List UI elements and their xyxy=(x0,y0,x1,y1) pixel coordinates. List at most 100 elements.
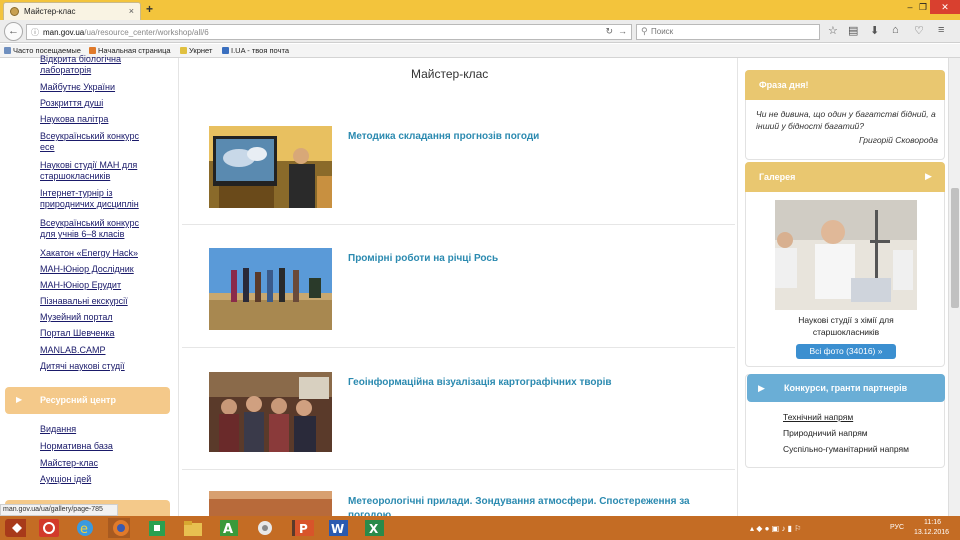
language-indicator[interactable]: РУС xyxy=(890,524,904,531)
quote-text: Чи не дивина, що один у багатстві бідний… xyxy=(756,109,936,131)
sidebar-link[interactable]: Наукові студії МАН для старшокласників xyxy=(40,160,155,182)
sidebar-link[interactable]: MANLAB.CAMP xyxy=(40,345,155,356)
ie-icon[interactable]: e xyxy=(74,518,96,538)
sidebar-sublink[interactable]: Майстер-клас xyxy=(40,458,155,469)
gallery-header[interactable]: Галерея ▶ xyxy=(745,162,945,192)
app-icon[interactable] xyxy=(254,518,276,538)
powerpoint-icon[interactable]: P xyxy=(292,518,314,538)
close-window-button[interactable]: ✕ xyxy=(930,0,960,14)
ukrnet-icon xyxy=(180,47,187,54)
sidebar-link[interactable]: Інтернет-турнір із природничих дисциплін xyxy=(40,188,155,210)
firefox-icon xyxy=(89,47,96,54)
firefox-taskbar-icon[interactable] xyxy=(108,518,130,538)
iua-icon xyxy=(222,47,229,54)
excel-icon[interactable]: X xyxy=(362,518,384,538)
article-thumbnail[interactable] xyxy=(209,491,332,516)
article-title-link[interactable]: Методика складання прогнозів погоди xyxy=(348,130,733,144)
sidebar-link[interactable]: Дитячі наукові студії xyxy=(40,361,155,372)
sidebar-link[interactable]: МАН-Юніор Ерудит xyxy=(40,280,155,291)
sidebar-link[interactable]: Музейний портал xyxy=(40,312,155,323)
sidebar-link[interactable]: Наукова палітра xyxy=(40,114,155,125)
sidebar-link[interactable]: Розкриття душі xyxy=(40,98,155,109)
partner-link[interactable]: Природничий напрям xyxy=(783,428,868,438)
quote-author: Григорій Сковорода xyxy=(859,135,938,145)
info-icon[interactable]: ⓘ xyxy=(31,27,39,38)
article-thumbnail[interactable] xyxy=(209,248,332,330)
word-icon[interactable]: W xyxy=(326,518,348,538)
partners-header-label: Конкурси, гранти партнерів xyxy=(784,383,908,393)
clock-date[interactable]: 13.12.2016 xyxy=(914,529,949,536)
partner-link[interactable]: Суспільно-гуманітарний напрям xyxy=(783,444,909,454)
explorer-icon[interactable] xyxy=(182,518,204,538)
back-button[interactable]: ← xyxy=(4,22,23,41)
svg-text:P: P xyxy=(299,522,308,536)
sidebar-sublink[interactable]: Нормативна база xyxy=(40,441,155,452)
sidebar-link[interactable]: Відкрита біологічна лабораторія xyxy=(40,54,155,76)
svg-text:X: X xyxy=(369,522,379,536)
url-host: man.gov.ua xyxy=(43,28,85,37)
favicon-icon xyxy=(10,7,19,16)
sidebar-link[interactable]: МАН-Юніор Дослідник xyxy=(40,264,155,275)
sidebar-sublink[interactable]: Аукціон ідей xyxy=(40,474,155,485)
sidebar-sublink[interactable]: Видання xyxy=(40,424,155,435)
clock-time[interactable]: 11:16 xyxy=(924,519,941,526)
address-bar[interactable]: ⓘ man.gov.ua/ua/resource_center/workshop… xyxy=(26,24,632,40)
forward-icon[interactable]: → xyxy=(618,26,627,36)
tab-title: Майстер-клас xyxy=(24,7,76,16)
scrollbar-thumb[interactable] xyxy=(951,188,959,308)
system-tray: ▴ ◆ ● ▣ ♪ ▮ ⚐ РУС 11:16 13.12.2016 xyxy=(746,518,960,538)
scrollbar[interactable] xyxy=(948,58,960,516)
article-thumbnail[interactable] xyxy=(209,126,332,208)
folder-icon xyxy=(4,47,11,54)
sidebar-link[interactable]: Хакатон «Energy Hack» xyxy=(40,248,155,259)
article-thumbnail[interactable] xyxy=(209,372,332,452)
cmd-app-icon[interactable] xyxy=(38,518,60,538)
search-icon: ⚲ xyxy=(641,26,648,36)
download-icon[interactable]: ⬇ xyxy=(870,24,879,37)
sidebar-link[interactable]: Всеукраїнський конкурс есе xyxy=(40,131,155,153)
url-path: /ua/resource_center/workshop/all/6 xyxy=(84,28,209,37)
status-bar: man.gov.ua/ua/gallery/page-785 xyxy=(0,504,118,516)
article-title-link[interactable]: Геоінформаційна візуалізація картографіч… xyxy=(348,376,733,390)
phrase-header: Фраза дня! xyxy=(745,70,945,100)
gallery-caption: Наукові студії з хімії для старшокласник… xyxy=(798,315,894,337)
arrow-right-icon: ▶ xyxy=(925,171,932,181)
search-input[interactable] xyxy=(651,27,811,36)
all-photos-button[interactable]: Всі фото (34016) » xyxy=(796,344,896,359)
phrase-header-label: Фраза дня! xyxy=(759,80,809,90)
gallery-image[interactable] xyxy=(775,200,917,310)
start-icon[interactable] xyxy=(4,518,26,538)
store-icon[interactable] xyxy=(146,518,168,538)
new-tab-button[interactable]: + xyxy=(146,2,153,16)
partners-header[interactable]: ▶ Конкурси, гранти партнерів xyxy=(747,374,945,402)
sidebar-link[interactable]: Майбутнє України xyxy=(40,82,155,93)
tab-close-icon[interactable]: × xyxy=(129,6,134,16)
menu-icon[interactable]: ≡ xyxy=(938,24,944,36)
bookmark-star-icon[interactable]: ☆ xyxy=(828,24,838,37)
sidebar-section-resource-center[interactable]: ▶ Ресурсний центр xyxy=(5,387,170,414)
sidebar-link[interactable]: Портал Шевченка xyxy=(40,328,155,339)
page-title: Майстер-клас xyxy=(411,67,489,81)
partner-link[interactable]: Технічний напрям xyxy=(783,412,853,422)
pocket-icon[interactable]: ♡ xyxy=(914,24,924,37)
sidebar-link[interactable]: Пізнавальні екскурсії xyxy=(40,296,155,307)
reading-list-icon[interactable]: ▤ xyxy=(848,24,858,37)
home-icon[interactable]: ⌂ xyxy=(892,24,899,36)
bookmark-item[interactable]: Укрнет xyxy=(180,46,212,55)
svg-text:W: W xyxy=(331,522,344,536)
bookmark-item[interactable]: I.UA - твоя почта xyxy=(222,46,289,55)
app-a-icon[interactable]: A xyxy=(218,518,240,538)
arrow-right-icon: ▶ xyxy=(16,395,23,404)
gallery-header-label: Галерея xyxy=(759,172,796,182)
tray-icons[interactable]: ▴ ◆ ● ▣ ♪ ▮ ⚐ xyxy=(750,524,801,533)
arrow-right-icon: ▶ xyxy=(758,383,765,393)
svg-text:e: e xyxy=(80,522,88,537)
article-title-link[interactable]: Промірні роботи на річці Рось xyxy=(348,252,733,266)
svg-text:A: A xyxy=(223,522,233,537)
sidebar-link[interactable]: Всеукраїнський конкурс для учнів 6–8 кла… xyxy=(40,218,155,240)
section-label: Ресурсний центр xyxy=(40,395,116,405)
reload-icon[interactable]: ↻ xyxy=(605,26,613,37)
browser-tab[interactable]: Майстер-клас × xyxy=(3,2,141,20)
title-bar xyxy=(0,0,960,20)
search-bar[interactable]: ⚲ xyxy=(636,24,820,40)
